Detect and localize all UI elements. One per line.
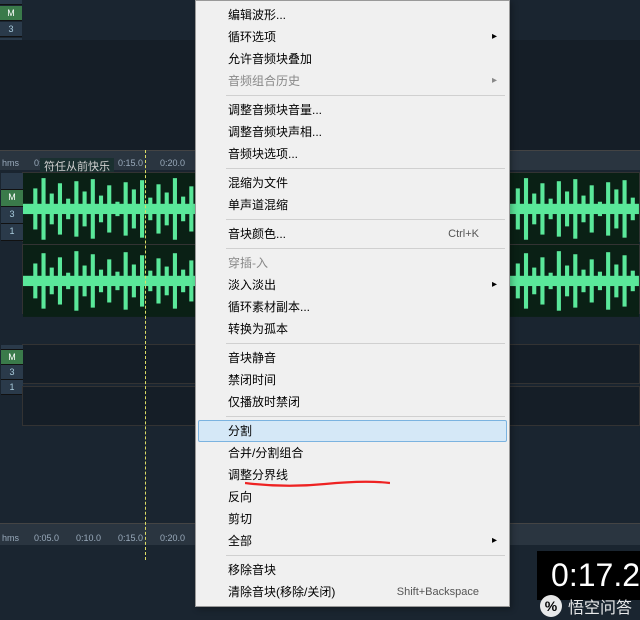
- menu-item-label: 循环选项: [228, 29, 276, 45]
- ruler-hms: hms: [2, 533, 19, 543]
- menu-shortcut: Shift+Backspace: [397, 584, 479, 600]
- ruler-tick: 0:15.0: [118, 533, 143, 543]
- menu-separator: [226, 168, 505, 169]
- ruler-tick: 0:20.0: [160, 533, 185, 543]
- menu-item[interactable]: 音块颜色... Ctrl+K: [198, 223, 507, 245]
- menu-item-label: 仅播放时禁闭: [228, 394, 300, 410]
- menu-item[interactable]: 循环选项: [198, 26, 507, 48]
- menu-item[interactable]: 允许音频块叠加: [198, 48, 507, 70]
- track-btn[interactable]: [0, 0, 22, 5]
- ruler-tick: 0:15.0: [118, 158, 143, 168]
- menu-item[interactable]: 转换为孤本: [198, 318, 507, 340]
- menu-separator: [226, 248, 505, 249]
- context-menu: 编辑波形... 循环选项允许音频块叠加音频组合历史调整音频块音量... 调整音频块声…: [195, 0, 510, 607]
- menu-item-label: 调整音频块音量...: [228, 102, 322, 118]
- menu-item-label: 音块静音: [228, 350, 276, 366]
- menu-item-label: 禁闭时间: [228, 372, 276, 388]
- menu-item-label: 音频块选项...: [228, 146, 298, 162]
- ruler-tick: 0:05.0: [34, 533, 59, 543]
- menu-item[interactable]: 循环素材副本...: [198, 296, 507, 318]
- menu-separator: [226, 95, 505, 96]
- app-root: M 3 1 hms 0:05.0 0:10.0 0:15.0 0:20.0 符任…: [0, 0, 640, 620]
- menu-separator: [226, 219, 505, 220]
- menu-item[interactable]: 剪切: [198, 508, 507, 530]
- time-display: 0:17.2: [537, 551, 640, 600]
- menu-item-label: 编辑波形...: [228, 7, 286, 23]
- menu-item[interactable]: 合并/分割组合: [198, 442, 507, 464]
- menu-item-label: 清除音块(移除/关闭): [228, 584, 335, 600]
- menu-separator: [226, 416, 505, 417]
- playhead[interactable]: [145, 150, 146, 560]
- menu-item-label: 穿插-入: [228, 255, 268, 271]
- menu-item[interactable]: 分割: [198, 420, 507, 442]
- menu-item[interactable]: 调整分界线: [198, 464, 507, 486]
- menu-item[interactable]: 单声道混缩: [198, 194, 507, 216]
- menu-item-label: 调整音频块声相...: [228, 124, 322, 140]
- watermark-text: 悟空问答: [568, 594, 632, 618]
- menu-item: 音频组合历史: [198, 70, 507, 92]
- menu-item[interactable]: 淡入淡出: [198, 274, 507, 296]
- watermark-icon: %: [540, 595, 562, 617]
- menu-item-label: 混缩为文件: [228, 175, 288, 191]
- ruler-hms: hms: [2, 158, 19, 168]
- mute-button[interactable]: M: [1, 350, 23, 365]
- menu-item[interactable]: 清除音块(移除/关闭) Shift+Backspace: [198, 581, 507, 603]
- menu-item[interactable]: 调整音频块音量...: [198, 99, 507, 121]
- menu-item-label: 全部: [228, 533, 252, 549]
- menu-item-label: 淡入淡出: [228, 277, 276, 293]
- track-btn[interactable]: 3: [1, 365, 23, 380]
- menu-item-label: 循环素材副本...: [228, 299, 310, 315]
- menu-item-label: 允许音频块叠加: [228, 51, 312, 67]
- menu-item-label: 音块颜色...: [228, 226, 286, 242]
- menu-item-label: 合并/分割组合: [228, 445, 303, 461]
- track-btn[interactable]: 1: [1, 380, 23, 395]
- mute-button[interactable]: M: [1, 190, 23, 207]
- menu-separator: [226, 555, 505, 556]
- track-btn[interactable]: [1, 173, 23, 190]
- track-btn[interactable]: 3: [1, 207, 23, 224]
- mute-button[interactable]: M: [0, 6, 22, 21]
- menu-item[interactable]: 混缩为文件: [198, 172, 507, 194]
- menu-item[interactable]: 反向: [198, 486, 507, 508]
- menu-item-label: 单声道混缩: [228, 197, 288, 213]
- menu-item[interactable]: 移除音块: [198, 559, 507, 581]
- menu-item-label: 音频组合历史: [228, 73, 300, 89]
- track-side-controls: M 3 1: [1, 173, 23, 241]
- menu-shortcut: Ctrl+K: [448, 226, 479, 242]
- menu-item[interactable]: 全部: [198, 530, 507, 552]
- menu-item-label: 分割: [228, 423, 252, 439]
- menu-item-label: 转换为孤本: [228, 321, 288, 337]
- menu-item[interactable]: 仅播放时禁闭: [198, 391, 507, 413]
- menu-item: 穿插-入: [198, 252, 507, 274]
- menu-separator: [226, 343, 505, 344]
- menu-item[interactable]: 禁闭时间: [198, 369, 507, 391]
- menu-item[interactable]: 编辑波形...: [198, 4, 507, 26]
- menu-item[interactable]: 音块静音: [198, 347, 507, 369]
- ruler-tick: 0:20.0: [160, 158, 185, 168]
- menu-item-label: 移除音块: [228, 562, 276, 578]
- track-btn[interactable]: 3: [0, 22, 22, 37]
- menu-item[interactable]: 音频块选项...: [198, 143, 507, 165]
- menu-item-label: 调整分界线: [228, 467, 288, 483]
- track-btn[interactable]: 1: [1, 224, 23, 241]
- menu-item-label: 剪切: [228, 511, 252, 527]
- ruler-tick: 0:10.0: [76, 533, 101, 543]
- watermark: % 悟空问答: [540, 594, 632, 618]
- track-side-controls: M 3 1: [1, 345, 23, 383]
- menu-item-label: 反向: [228, 489, 252, 505]
- menu-item[interactable]: 调整音频块声相...: [198, 121, 507, 143]
